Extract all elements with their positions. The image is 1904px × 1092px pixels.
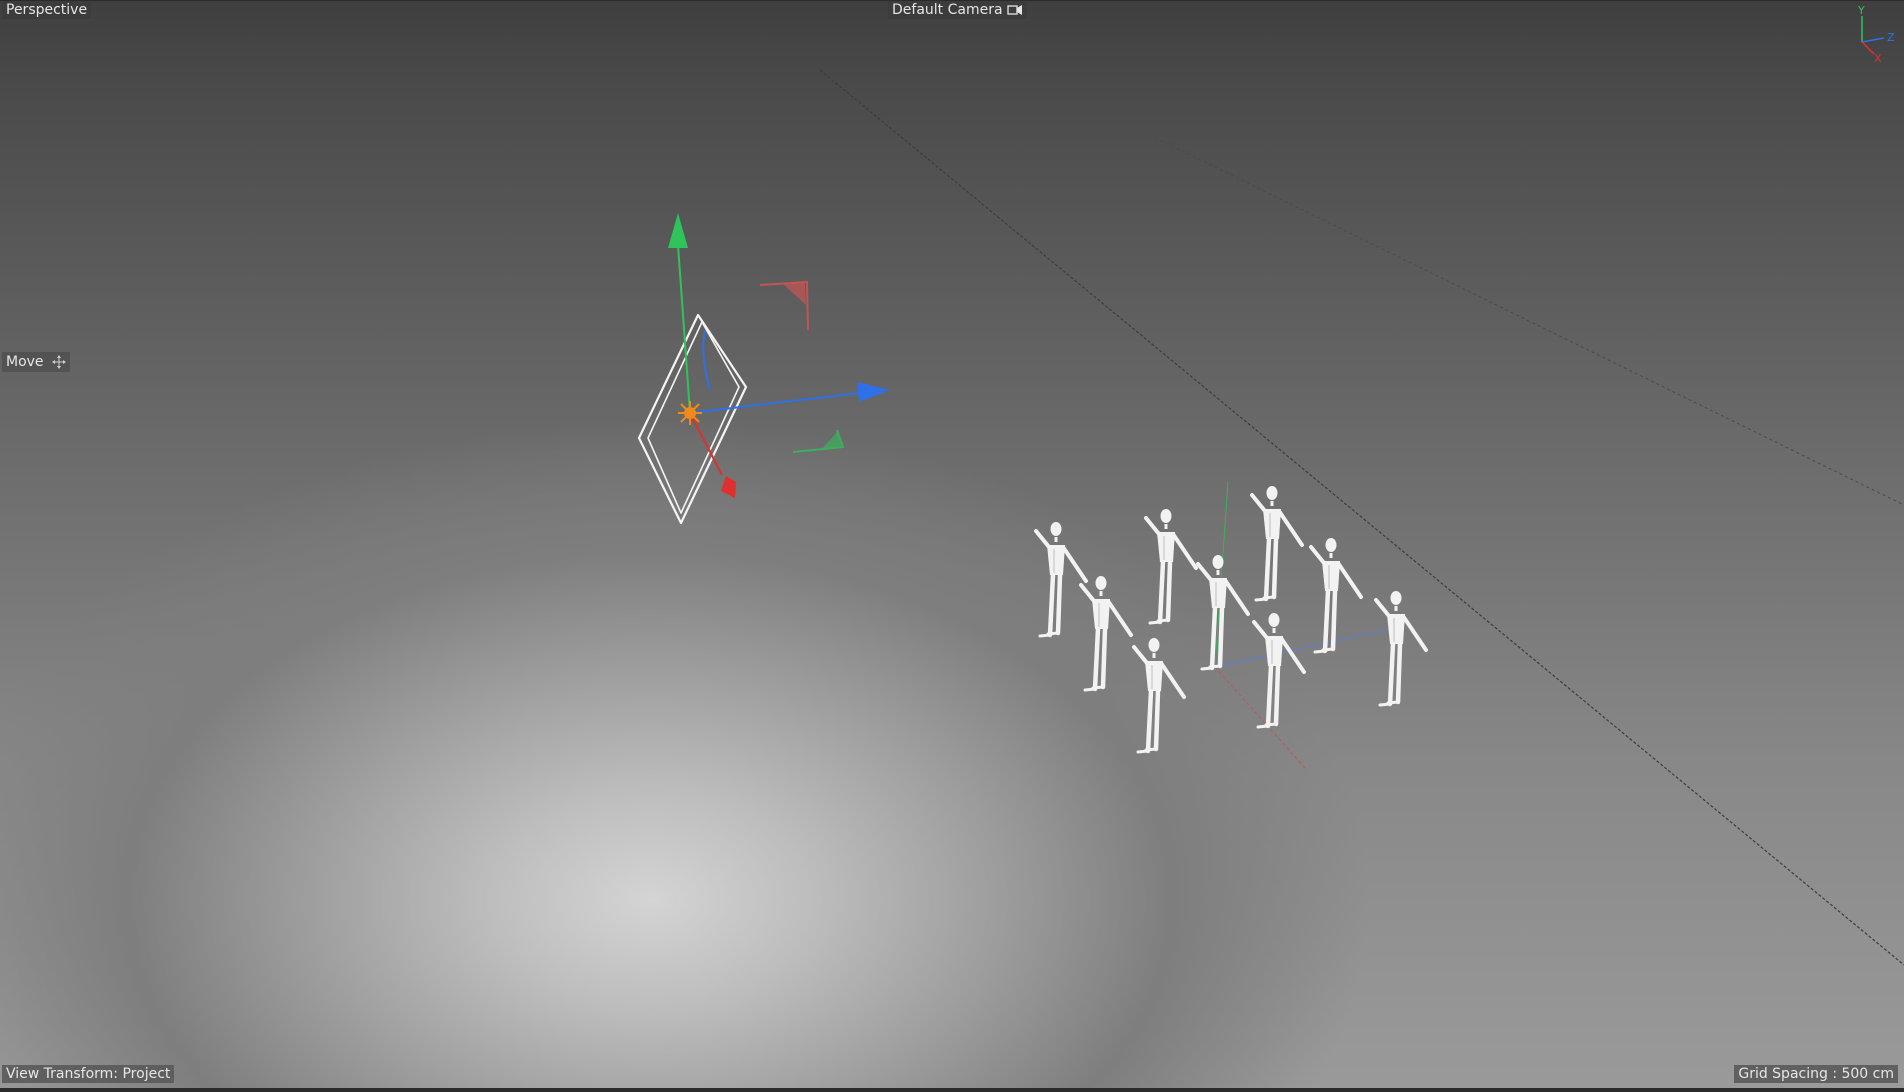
scene-canvas[interactable]	[0, 0, 1904, 1092]
axis-y-label: Y	[1857, 4, 1865, 17]
xy-plane-fill	[783, 283, 806, 305]
z-axis-handle[interactable]	[689, 392, 861, 414]
camera-icon	[1006, 5, 1022, 15]
figure[interactable]	[1376, 591, 1426, 705]
figure[interactable]	[1146, 509, 1196, 623]
y-axis-handle[interactable]	[677, 244, 691, 414]
move-gizmo[interactable]	[668, 213, 890, 498]
camera-name: Default Camera	[892, 2, 1003, 18]
figure[interactable]	[1252, 486, 1302, 600]
move-arrows-icon	[51, 355, 66, 369]
grid-line	[1149, 134, 1904, 506]
axis-x-line	[1861, 41, 1875, 55]
move-tool-hud[interactable]: Move	[2, 352, 70, 372]
figure[interactable]	[1198, 555, 1248, 669]
view-transform-label: View Transform: Project	[2, 1065, 175, 1083]
grid-line	[819, 69, 1904, 966]
x-axis-handle[interactable]	[689, 412, 723, 476]
tool-name: Move	[6, 354, 44, 370]
axis-x-label: X	[1874, 52, 1882, 65]
group-z-axis-line	[1214, 629, 1386, 668]
xz-plane-handle[interactable]	[702, 329, 711, 391]
figure[interactable]	[1036, 522, 1086, 636]
x-axis-arrow[interactable]	[721, 476, 736, 498]
zy-plane-fill	[822, 432, 843, 449]
figure[interactable]	[1311, 538, 1361, 652]
z-axis-arrow[interactable]	[857, 382, 890, 402]
camera-menu[interactable]: Default Camera	[888, 1, 1027, 19]
grid-spacing-label: Grid Spacing : 500 cm	[1734, 1065, 1898, 1083]
figure-array[interactable]	[1036, 486, 1426, 752]
figure[interactable]	[1081, 576, 1131, 690]
axis-z-label: Z	[1887, 31, 1895, 44]
axis-orientation-widget: Y Z X	[1857, 4, 1895, 65]
view-name-label[interactable]: Perspective	[2, 1, 92, 19]
y-axis-arrow[interactable]	[668, 213, 688, 248]
viewport-bottom-border	[0, 1088, 1904, 1092]
figure[interactable]	[1254, 613, 1304, 727]
3d-viewport[interactable]: Perspective Default Camera Move Y Z X Vi…	[0, 0, 1904, 1092]
axis-z-line	[1861, 37, 1885, 43]
group-x-axis-line	[1214, 666, 1306, 769]
pivot-point	[678, 401, 702, 425]
figure[interactable]	[1134, 638, 1184, 752]
